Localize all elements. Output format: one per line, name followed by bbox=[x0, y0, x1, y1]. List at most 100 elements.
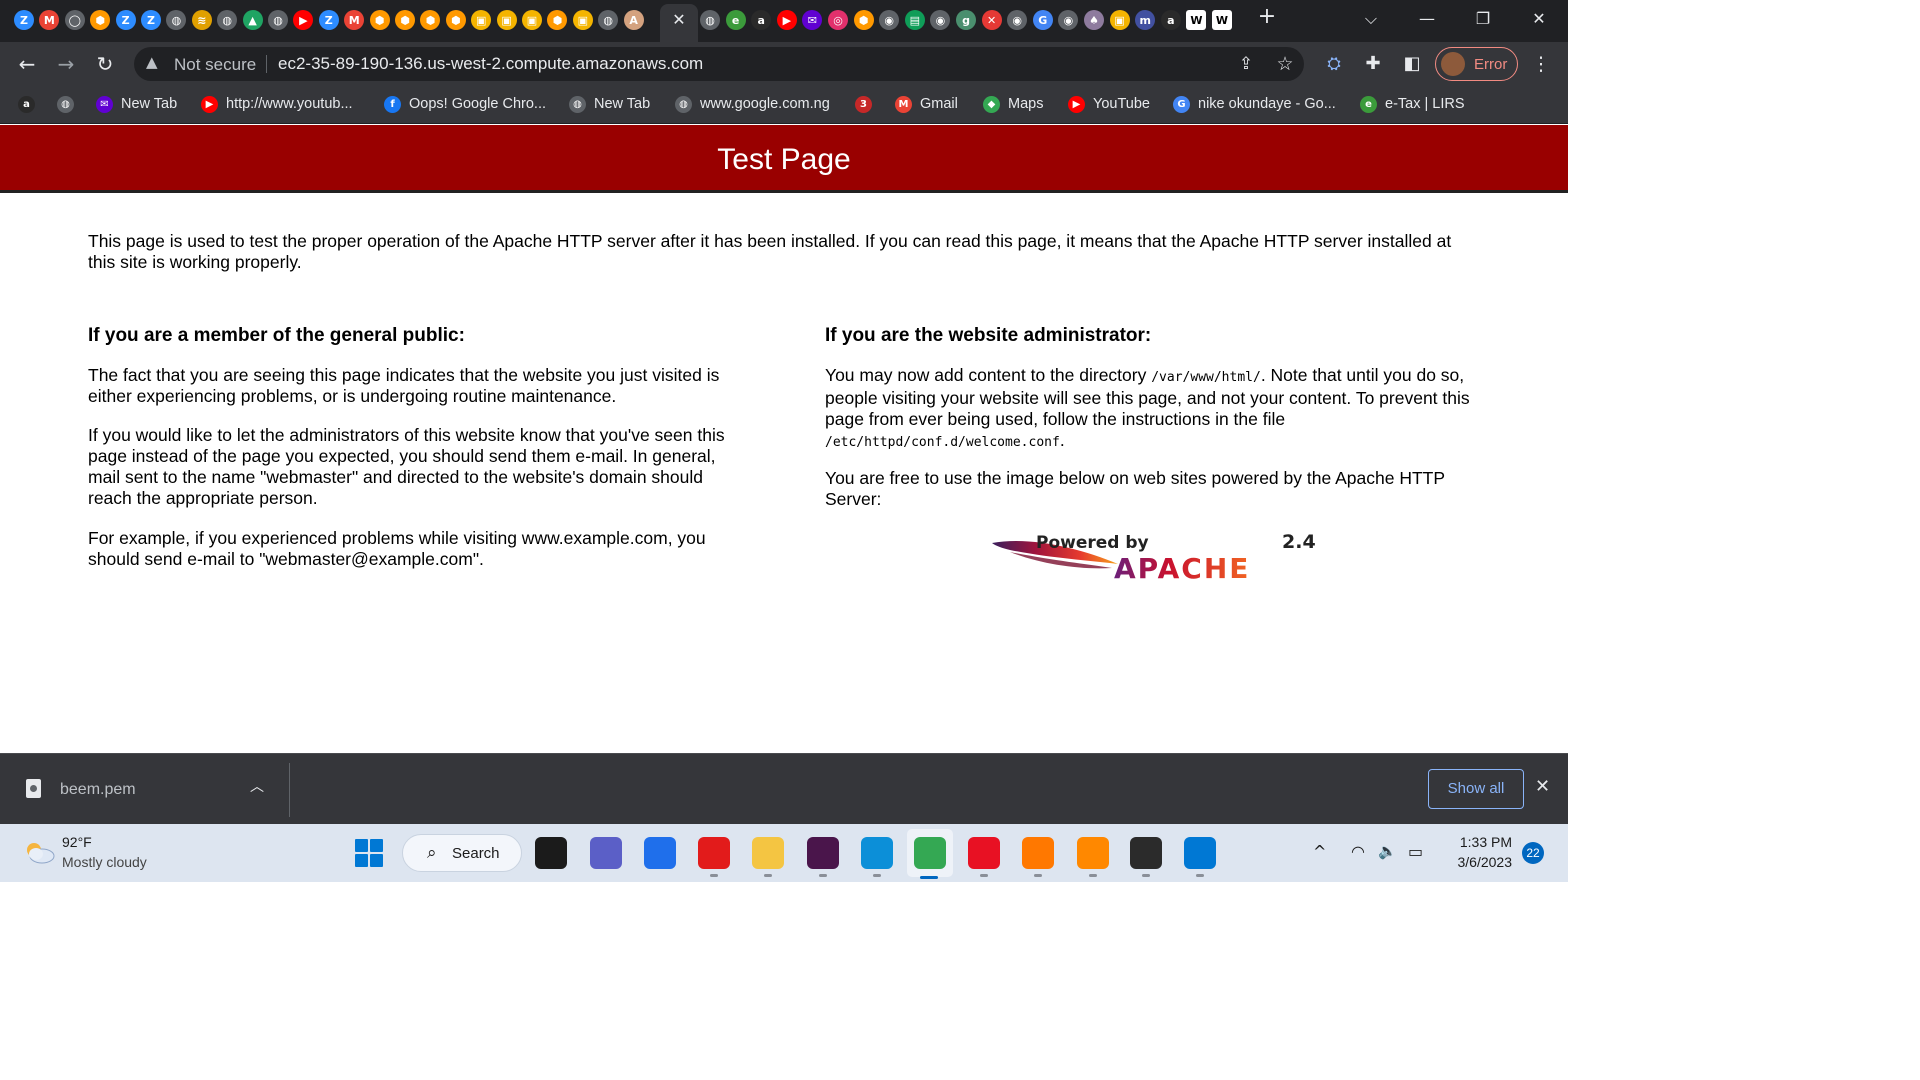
start-windows-icon[interactable] bbox=[355, 839, 383, 867]
globe-icon[interactable]: ◍ bbox=[598, 10, 619, 30]
google-icon[interactable]: G bbox=[1032, 10, 1053, 30]
wifi-icon[interactable]: ◠ bbox=[1351, 842, 1365, 861]
aws-cube-icon[interactable]: ⬢ bbox=[90, 10, 111, 30]
zoom-icon[interactable]: Z bbox=[141, 10, 161, 30]
file-explorer-icon[interactable] bbox=[752, 837, 784, 869]
extension-icon[interactable]: ⛭ bbox=[1320, 50, 1348, 78]
wikipedia-icon[interactable]: W bbox=[1212, 10, 1232, 30]
aws-cube-icon[interactable]: ⬢ bbox=[369, 10, 390, 30]
file-icon[interactable] bbox=[26, 779, 41, 798]
zoom-icon[interactable]: Z bbox=[318, 10, 339, 30]
reload-button[interactable]: ↻ bbox=[91, 50, 119, 78]
forward-button[interactable]: → bbox=[52, 50, 80, 78]
address-bar[interactable]: ▲ Not secure ec2-35-89-190-136.us-west-2… bbox=[134, 47, 1304, 81]
terminal-icon[interactable] bbox=[1130, 837, 1162, 869]
microsoft-store-icon[interactable] bbox=[644, 837, 676, 869]
bookmark-item[interactable]: ◆ Maps bbox=[983, 94, 1043, 114]
chrome-icon[interactable] bbox=[914, 837, 946, 869]
task-view-icon[interactable] bbox=[535, 837, 567, 869]
aws-cube-icon[interactable]: ⬢ bbox=[853, 10, 874, 30]
box-icon[interactable]: ▣ bbox=[522, 10, 542, 30]
tab-close-icon[interactable]: ✕ bbox=[668, 9, 690, 31]
anthropic-icon[interactable]: A bbox=[623, 10, 644, 30]
bottle-icon[interactable]: ♠ bbox=[1084, 10, 1104, 30]
globe-icon[interactable]: ◍ bbox=[700, 10, 720, 30]
bookmark-item[interactable]: ◍ bbox=[57, 94, 74, 114]
instagram-icon[interactable]: ◎ bbox=[828, 10, 848, 30]
box-icon[interactable]: ▣ bbox=[471, 10, 492, 30]
layers-icon[interactable]: ≋ bbox=[191, 10, 212, 30]
volume-icon[interactable]: 🔈 bbox=[1378, 842, 1397, 860]
close-window-button[interactable]: ✕ bbox=[1524, 6, 1554, 32]
aws-cube-icon[interactable]: ⬢ bbox=[547, 10, 568, 30]
tab-search-button[interactable]: ⌵ bbox=[1356, 6, 1386, 32]
extensions-puzzle-icon[interactable]: ✚ bbox=[1359, 50, 1387, 78]
wikipedia-icon[interactable]: W bbox=[1186, 10, 1207, 30]
alx-icon[interactable]: a bbox=[751, 10, 772, 30]
profile-button[interactable]: Error bbox=[1435, 47, 1518, 81]
box-icon[interactable]: ▣ bbox=[1109, 10, 1130, 30]
clock-date[interactable]: 3/6/2023 bbox=[1445, 854, 1513, 870]
sheets-icon[interactable]: ▤ bbox=[904, 10, 925, 30]
m-icon[interactable]: m bbox=[1135, 10, 1156, 30]
download-file-name[interactable]: beem.pem bbox=[60, 781, 136, 799]
share-icon[interactable]: ⇪ bbox=[1232, 50, 1260, 78]
side-panel-icon[interactable]: ◧ bbox=[1398, 50, 1426, 78]
vlc-icon[interactable] bbox=[1077, 837, 1109, 869]
chrome-icon[interactable]: ◉ bbox=[930, 10, 951, 30]
youtube-icon[interactable]: ▶ bbox=[776, 10, 797, 30]
notification-count-badge[interactable]: 22 bbox=[1522, 842, 1544, 864]
chevron-up-icon[interactable]: ︿ bbox=[250, 776, 264, 796]
show-hidden-icons-chevron-icon[interactable]: ^ bbox=[1313, 842, 1326, 861]
bookmark-item[interactable]: e e-Tax | LIRS bbox=[1360, 94, 1465, 114]
yahoo-mail-icon[interactable]: ✉ bbox=[802, 10, 823, 30]
minimize-button[interactable]: — bbox=[1412, 6, 1442, 32]
github-icon[interactable]: ◯ bbox=[64, 10, 85, 30]
google-drive-icon[interactable]: ▲ bbox=[242, 10, 263, 30]
box-icon[interactable]: ▣ bbox=[572, 10, 593, 30]
url-text[interactable]: ec2-35-89-190-136.us-west-2.compute.amaz… bbox=[278, 54, 703, 74]
g-icon[interactable]: g bbox=[956, 10, 976, 30]
globe-icon[interactable]: ◍ bbox=[166, 10, 187, 30]
battery-icon[interactable]: ▭ bbox=[1408, 842, 1423, 861]
aws-cube-icon[interactable]: ⬢ bbox=[420, 10, 441, 30]
edge-icon[interactable] bbox=[861, 837, 893, 869]
gmail-icon[interactable]: M bbox=[39, 10, 60, 30]
bookmark-item[interactable]: Gnike okundaye - Go... bbox=[1173, 94, 1336, 114]
x-red-icon[interactable]: ✕ bbox=[981, 10, 1002, 30]
avast-icon[interactable] bbox=[1022, 837, 1054, 869]
bookmark-item[interactable]: ▶ YouTube bbox=[1068, 94, 1150, 114]
media-player-icon[interactable] bbox=[968, 837, 1000, 869]
weather-description[interactable]: Mostly cloudy bbox=[62, 854, 147, 870]
alx-icon[interactable]: a bbox=[1160, 10, 1181, 30]
restore-button[interactable]: ❐ bbox=[1468, 6, 1498, 32]
bookmark-item[interactable]: ✉ New Tab bbox=[96, 94, 177, 114]
etax-icon[interactable]: e bbox=[725, 10, 746, 30]
chrome-icon[interactable]: ◉ bbox=[879, 10, 900, 30]
globe-icon[interactable]: ◍ bbox=[268, 10, 288, 30]
teams-chat-icon[interactable] bbox=[590, 837, 622, 869]
chrome-icon[interactable]: ◉ bbox=[1058, 10, 1079, 30]
bookmark-item[interactable]: a bbox=[18, 94, 35, 114]
aws-cube-icon[interactable]: ⬢ bbox=[395, 10, 415, 30]
warning-triangle-icon[interactable]: ▲ bbox=[146, 53, 158, 71]
cloudy-weather-icon[interactable] bbox=[22, 840, 56, 864]
globe-icon[interactable]: ◍ bbox=[217, 10, 238, 30]
gmail-icon[interactable]: M bbox=[344, 10, 365, 30]
slack-icon[interactable] bbox=[807, 837, 839, 869]
bookmark-item[interactable]: M Gmail bbox=[895, 94, 958, 114]
back-button[interactable]: ← bbox=[13, 50, 41, 78]
chrome-menu-icon[interactable]: ⋮ bbox=[1527, 50, 1555, 78]
youtube-icon[interactable]: ▶ bbox=[293, 10, 314, 30]
box-icon[interactable]: ▣ bbox=[496, 10, 517, 30]
opera-icon[interactable] bbox=[698, 837, 730, 869]
show-all-downloads-button[interactable]: Show all bbox=[1428, 769, 1524, 809]
chrome-icon[interactable]: ◉ bbox=[1007, 10, 1028, 30]
vscode-icon[interactable] bbox=[1184, 837, 1216, 869]
zoom-icon[interactable]: Z bbox=[14, 10, 34, 30]
zoom-icon[interactable]: Z bbox=[115, 10, 136, 30]
taskbar-search-button[interactable]: ⌕ Search bbox=[402, 834, 522, 872]
close-download-bar-icon[interactable]: ✕ bbox=[1535, 776, 1550, 797]
weather-temperature[interactable]: 92°F bbox=[62, 834, 92, 850]
security-status-label[interactable]: Not secure bbox=[174, 55, 256, 75]
